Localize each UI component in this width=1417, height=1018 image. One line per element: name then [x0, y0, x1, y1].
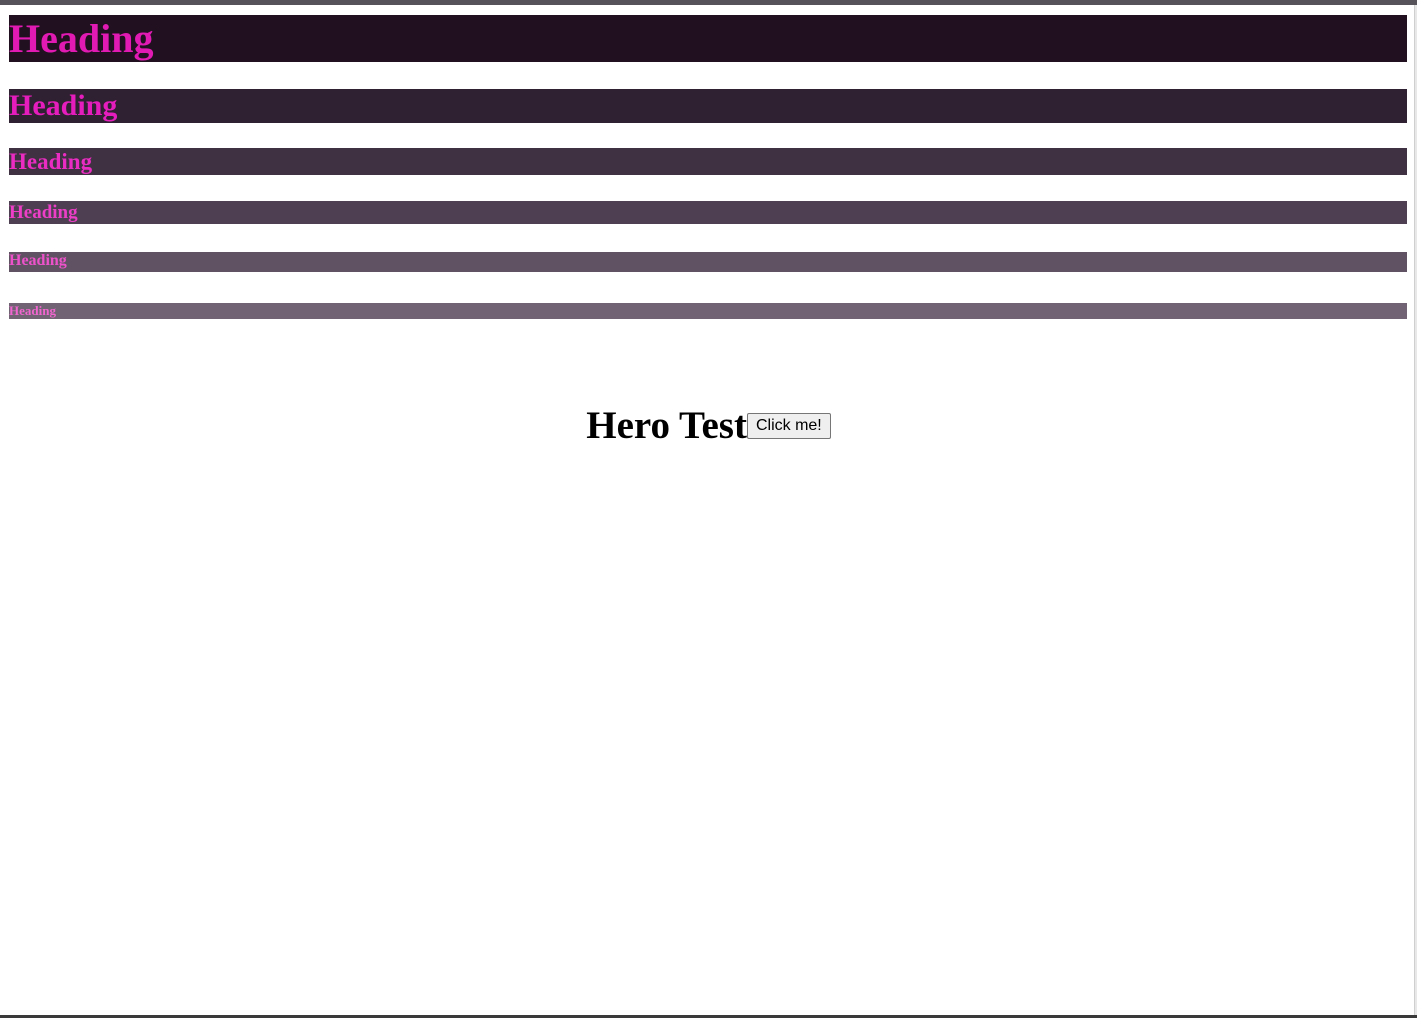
heading-level-4: Heading: [9, 201, 1407, 224]
hero-section: Hero Test Click me!: [0, 404, 1417, 448]
browser-top-bar: [0, 0, 1417, 5]
heading-level-6: Heading: [9, 303, 1407, 319]
click-me-button[interactable]: Click me!: [746, 413, 831, 439]
heading-level-1: Heading: [9, 15, 1407, 62]
heading-level-5: Heading: [9, 252, 1407, 272]
heading-level-2: Heading: [9, 89, 1407, 123]
hero-title: Hero Test: [586, 404, 747, 447]
heading-level-3: Heading: [9, 148, 1407, 175]
